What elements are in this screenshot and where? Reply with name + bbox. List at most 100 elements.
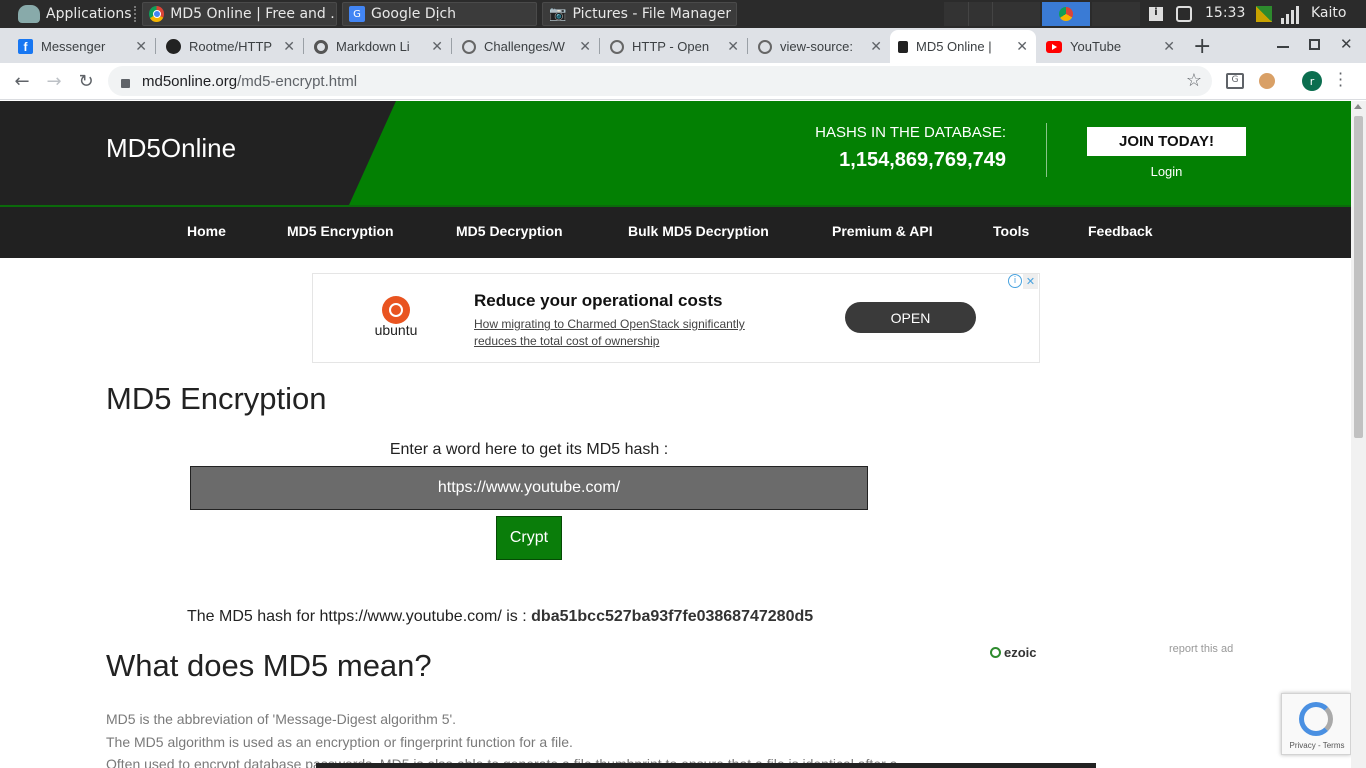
page-title: MD5 Encryption [106, 381, 327, 416]
tab-label: HTTP - Open [632, 39, 710, 54]
sticky-ad-bar [316, 763, 1096, 768]
hash-result-prefix: The MD5 hash for https://www.youtube.com… [187, 608, 527, 625]
taskbar-window-title: MD5 Online | Free and ... [170, 6, 336, 22]
markdown-icon [314, 39, 328, 54]
close-icon[interactable]: ✕ [283, 38, 295, 55]
tab-http[interactable]: HTTP - Open ✕ [602, 30, 747, 63]
profile-avatar[interactable]: r [1302, 71, 1322, 91]
page-scrollbar[interactable] [1351, 101, 1366, 768]
clock[interactable]: 15:33 [1205, 5, 1245, 21]
url-path: /md5-encrypt.html [237, 72, 358, 90]
window-close-icon[interactable]: ✕ [1340, 35, 1353, 53]
browser-toolbar: ← → ↻ md5online.org/md5-encrypt.html ☆ G… [0, 63, 1366, 100]
login-link[interactable]: Login [1087, 164, 1246, 179]
ezoic-leaf-icon [990, 647, 1001, 658]
ad-banner[interactable]: ubuntu Reduce your operational costs How… [312, 273, 1040, 363]
word-input[interactable]: https://www.youtube.com/ [190, 466, 868, 510]
clipboard-icon[interactable] [1176, 6, 1192, 22]
lock-icon[interactable] [121, 78, 130, 88]
tab-challenges[interactable]: Challenges/W ✕ [454, 30, 599, 63]
restore-icon[interactable] [1309, 39, 1320, 50]
tab-messenger[interactable]: f Messenger ✕ [10, 30, 155, 63]
signal-strength-icon[interactable] [1279, 4, 1299, 24]
close-icon[interactable]: ✕ [135, 38, 147, 55]
hash-result: The MD5 hash for https://www.youtube.com… [187, 608, 813, 626]
taskbar-separator [134, 6, 136, 22]
close-icon[interactable]: ✕ [1163, 38, 1175, 55]
main-nav: Home MD5 Encryption MD5 Decryption Bulk … [0, 205, 1351, 258]
tab-view-source[interactable]: view-source: ✕ [750, 30, 890, 63]
join-today-button[interactable]: JOIN TODAY! [1087, 127, 1246, 156]
translate-icon[interactable]: G [1226, 73, 1244, 89]
tab-md5-online[interactable]: MD5 Online | ✕ [890, 30, 1036, 63]
cookie-icon[interactable] [1259, 73, 1275, 89]
ezoic-badge[interactable]: ezoic [990, 645, 1037, 660]
crypt-button[interactable]: Crypt [496, 516, 562, 560]
ad-close-icon[interactable]: ✕ [1023, 274, 1038, 289]
close-icon[interactable]: ✕ [870, 38, 882, 55]
close-icon[interactable]: ✕ [1016, 38, 1028, 55]
scroll-up-arrow-icon[interactable] [1354, 104, 1362, 109]
workspace-active[interactable] [1042, 2, 1090, 26]
new-tab-plus-icon[interactable]: + [1193, 34, 1211, 59]
site-header: MD5Online HASHS IN THE DATABASE: 1,154,8… [0, 101, 1351, 205]
adchoices-icon[interactable]: i [1008, 274, 1022, 288]
workspace-3[interactable] [992, 2, 1040, 26]
recaptcha-links[interactable]: Privacy - Terms [1282, 741, 1351, 750]
close-icon[interactable]: ✕ [431, 38, 443, 55]
workspace-2[interactable] [968, 2, 992, 26]
scrollbar-thumb[interactable] [1354, 116, 1363, 438]
recaptcha-badge[interactable]: Privacy - Terms [1281, 693, 1351, 755]
applications-label: Applications [46, 6, 132, 22]
taskbar-window-translate[interactable]: G Google Dịch [342, 2, 537, 26]
chrome-icon [149, 6, 165, 22]
youtube-icon [1046, 40, 1062, 53]
tab-rootme[interactable]: Rootme/HTTP ✕ [158, 30, 303, 63]
nav-bulk-md5-decryption[interactable]: Bulk MD5 Decryption [628, 223, 769, 239]
close-icon[interactable]: ✕ [579, 38, 591, 55]
tab-youtube[interactable]: YouTube ✕ [1038, 30, 1183, 63]
nav-premium-api[interactable]: Premium & API [832, 223, 933, 239]
back-arrow-icon[interactable]: ← [10, 69, 34, 93]
hash-count-label: HASHS IN THE DATABASE: [815, 124, 1006, 141]
ezoic-label: ezoic [1004, 645, 1037, 660]
info-icon[interactable]: i [1149, 7, 1163, 21]
menu-kebab-icon[interactable]: · · · [1338, 66, 1343, 94]
tab-label: Rootme/HTTP [189, 39, 273, 54]
taskbar-window-md5[interactable]: MD5 Online | Free and ... [142, 2, 337, 26]
ad-open-button[interactable]: OPEN [845, 302, 976, 333]
taskbar-window-file-manager[interactable]: 📷 Pictures - File Manager [542, 2, 737, 26]
globe-icon [758, 39, 772, 54]
recaptcha-icon [1299, 702, 1333, 736]
nav-md5-decryption[interactable]: MD5 Decryption [456, 223, 563, 239]
reload-icon[interactable]: ↻ [74, 69, 98, 93]
forward-arrow-icon[interactable]: → [42, 69, 66, 93]
nav-home[interactable]: Home [187, 223, 226, 239]
input-prompt: Enter a word here to get its MD5 hash : [389, 441, 669, 458]
nav-feedback[interactable]: Feedback [1088, 223, 1153, 239]
google-translate-icon: G [349, 6, 365, 22]
user-name[interactable]: Kaito [1311, 5, 1346, 21]
report-ad-link[interactable]: report this ad [1169, 643, 1233, 655]
camera-icon: 📷 [549, 6, 567, 22]
tab-markdown[interactable]: Markdown Li ✕ [306, 30, 451, 63]
bookmark-star-icon[interactable]: ☆ [1186, 70, 1202, 91]
nav-md5-encryption[interactable]: MD5 Encryption [287, 223, 394, 239]
ad-brand: ubuntu [374, 322, 418, 338]
ad-headline[interactable]: Reduce your operational costs [474, 291, 722, 311]
lock-favicon-icon [898, 40, 908, 53]
network-manager-icon[interactable] [1256, 6, 1272, 22]
section-title: What does MD5 mean? [106, 648, 432, 683]
site-logo[interactable]: MD5Online [106, 133, 236, 164]
close-icon[interactable]: ✕ [727, 38, 739, 55]
taskbar-window-title: Google Dịch [371, 6, 457, 22]
address-bar[interactable]: md5online.org/md5-encrypt.html ☆ [108, 66, 1212, 96]
header-divider [1046, 123, 1047, 177]
workspace-1[interactable] [944, 2, 968, 26]
ad-text[interactable]: How migrating to Charmed OpenStack signi… [474, 316, 784, 350]
nav-tools[interactable]: Tools [993, 223, 1029, 239]
browser-tab-strip: f Messenger ✕ Rootme/HTTP ✕ Markdown Li … [0, 28, 1366, 63]
workspace-4[interactable] [1092, 2, 1140, 26]
applications-menu[interactable]: Applications [18, 2, 132, 26]
minimize-icon[interactable] [1277, 38, 1289, 48]
